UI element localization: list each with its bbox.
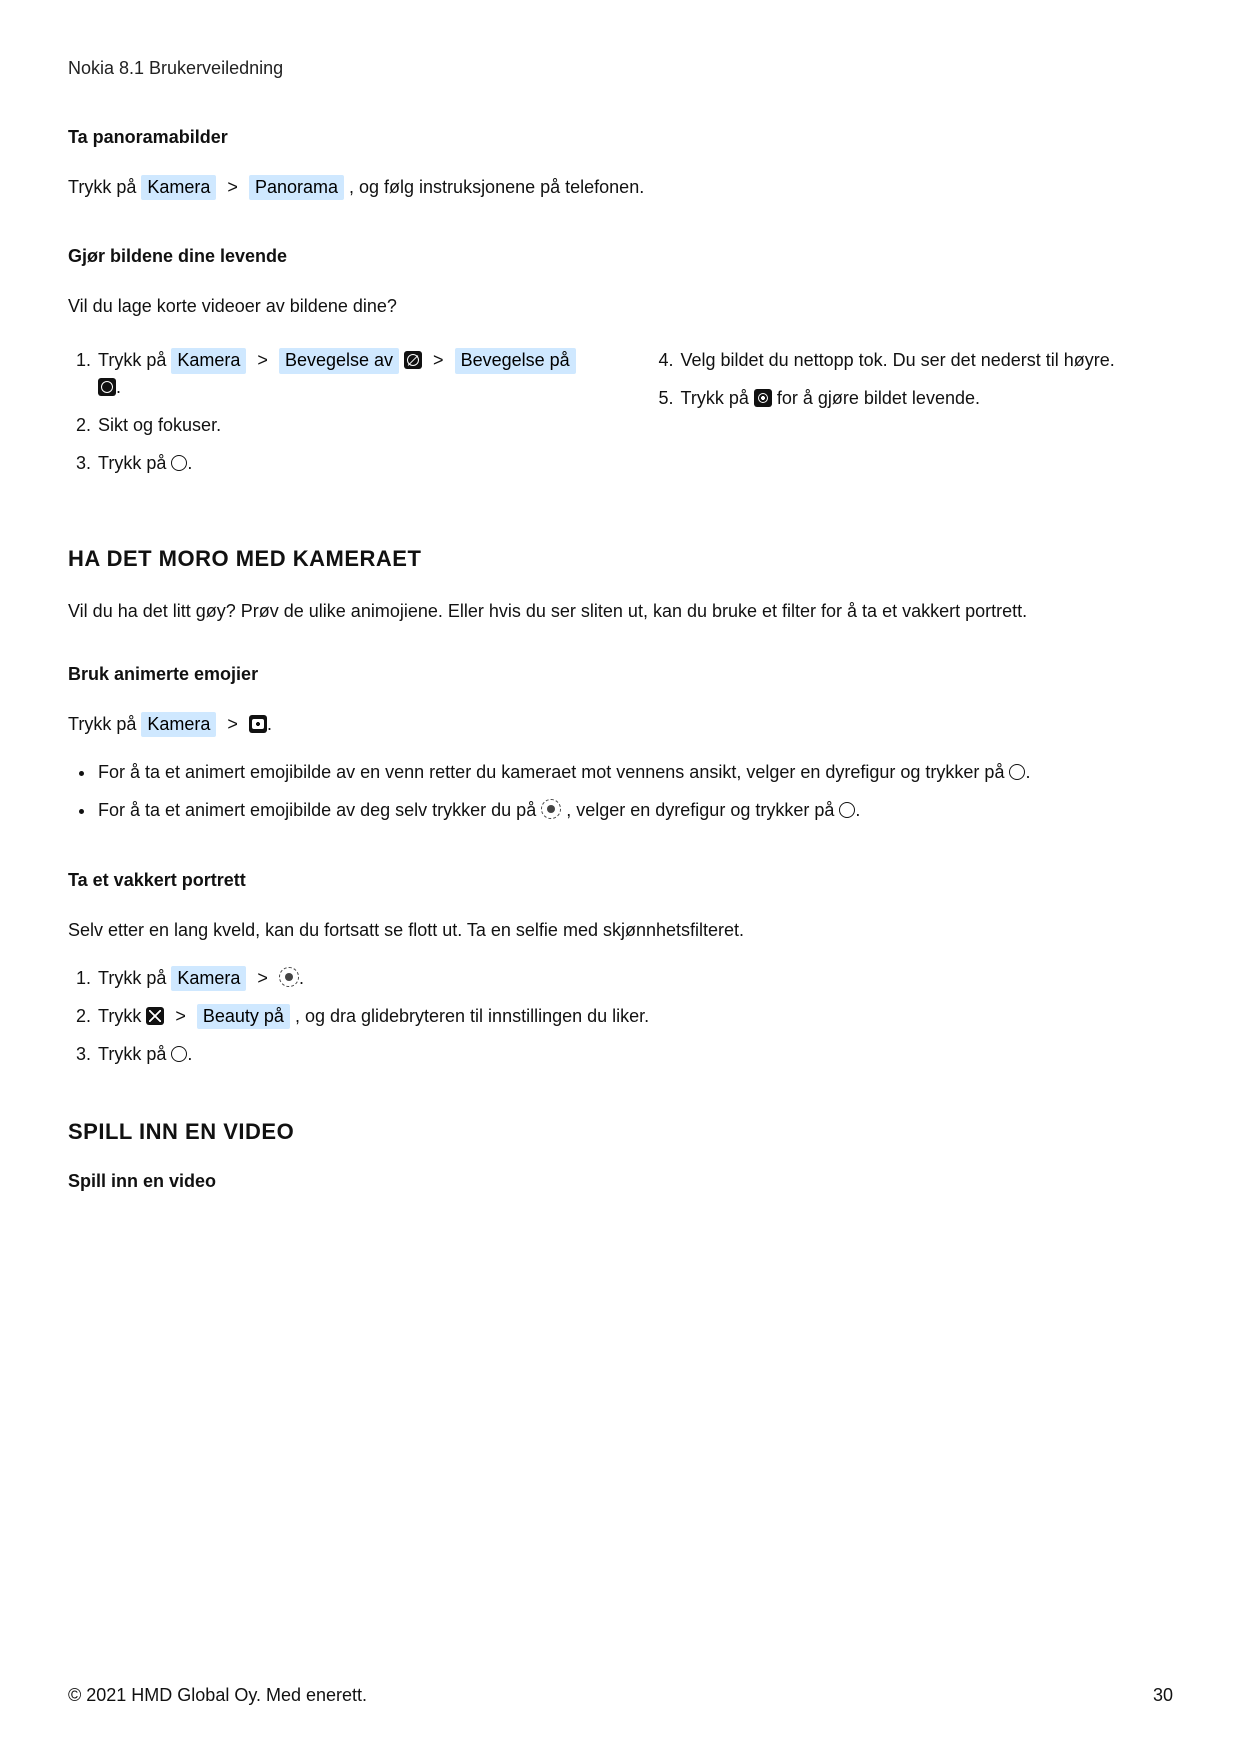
p-step-2: Trykk > Beauty på , og dra glidebryteren… bbox=[96, 1003, 1173, 1029]
portrait-steps: Trykk på Kamera > . Trykk > Beauty på , … bbox=[68, 965, 1173, 1068]
chip-kamera: Kamera bbox=[141, 712, 216, 737]
heading-emoji: Bruk animerte emojier bbox=[68, 664, 1173, 685]
panorama-text: Trykk på Kamera > Panorama , og følg ins… bbox=[68, 174, 1173, 200]
doc-title: Nokia 8.1 Brukerveiledning bbox=[68, 58, 1173, 79]
step-2: Sikt og fokuser. bbox=[96, 412, 591, 438]
section-live: Gjør bildene dine levende Vil du lage ko… bbox=[68, 246, 1173, 494]
motion-on-icon bbox=[98, 378, 116, 396]
shutter-icon bbox=[839, 802, 855, 818]
p-step-3: Trykk på . bbox=[96, 1041, 1173, 1067]
section-panorama: Ta panoramabilder Trykk på Kamera > Pano… bbox=[68, 127, 1173, 200]
emoji-bullets: For å ta et animert emojibilde av en ven… bbox=[68, 759, 1173, 823]
heading-fun: HA DET MORO MED KAMERAET bbox=[68, 546, 1173, 572]
chip-bevegelse-av: Bevegelse av bbox=[279, 348, 399, 373]
chip-kamera: Kamera bbox=[171, 966, 246, 991]
p-step-1: Trykk på Kamera > . bbox=[96, 965, 1173, 991]
motion-off-icon bbox=[404, 351, 422, 369]
chip-panorama: Panorama bbox=[249, 175, 344, 200]
chip-kamera: Kamera bbox=[171, 348, 246, 373]
step-1: Trykk på Kamera > Bevegelse av > Bevegel… bbox=[96, 347, 591, 399]
heading-video: SPILL INN EN VIDEO bbox=[68, 1119, 1173, 1145]
heading-portrait: Ta et vakkert portrett bbox=[68, 870, 1173, 891]
heading-panorama: Ta panoramabilder bbox=[68, 127, 1173, 148]
steps-right: Velg bildet du nettopp tok. Du ser det n… bbox=[651, 347, 1174, 411]
section-portrait: Ta et vakkert portrett Selv etter en lan… bbox=[68, 870, 1173, 1068]
chip-beauty-paa: Beauty på bbox=[197, 1004, 290, 1029]
shutter-icon bbox=[1009, 764, 1025, 780]
copyright: © 2021 HMD Global Oy. Med enerett. bbox=[68, 1685, 367, 1706]
switch-camera-icon bbox=[541, 799, 561, 819]
page-number: 30 bbox=[1153, 1685, 1173, 1706]
chip-bevegelse-paa: Bevegelse på bbox=[455, 348, 576, 373]
emoji-mode-icon bbox=[249, 715, 267, 733]
page: Nokia 8.1 Brukerveiledning Ta panoramabi… bbox=[0, 0, 1241, 1754]
shutter-icon bbox=[171, 455, 187, 471]
bullet-1: For å ta et animert emojibilde av en ven… bbox=[96, 759, 1173, 785]
beauty-off-icon bbox=[146, 1007, 164, 1025]
steps-left: Trykk på Kamera > Bevegelse av > Bevegel… bbox=[68, 347, 591, 476]
two-column-steps: Trykk på Kamera > Bevegelse av > Bevegel… bbox=[68, 341, 1173, 494]
footer: © 2021 HMD Global Oy. Med enerett. 30 bbox=[68, 1685, 1173, 1706]
step-5: Trykk på for å gjøre bildet levende. bbox=[679, 385, 1174, 411]
fun-intro: Vil du ha det litt gøy? Prøv de ulike an… bbox=[68, 598, 1173, 624]
step-3: Trykk på . bbox=[96, 450, 591, 476]
heading-live: Gjør bildene dine levende bbox=[68, 246, 1173, 267]
shutter-icon bbox=[171, 1046, 187, 1062]
step-4: Velg bildet du nettopp tok. Du ser det n… bbox=[679, 347, 1174, 373]
section-emoji: Bruk animerte emojier Trykk på Kamera > … bbox=[68, 664, 1173, 823]
live-play-icon bbox=[754, 389, 772, 407]
emoji-intro: Trykk på Kamera > . bbox=[68, 711, 1173, 737]
bullet-2: For å ta et animert emojibilde av deg se… bbox=[96, 797, 1173, 823]
chip-kamera: Kamera bbox=[141, 175, 216, 200]
portrait-intro: Selv etter en lang kveld, kan du fortsat… bbox=[68, 917, 1173, 943]
live-intro: Vil du lage korte videoer av bildene din… bbox=[68, 293, 1173, 319]
switch-camera-icon bbox=[279, 967, 299, 987]
subheading-video: Spill inn en video bbox=[68, 1171, 1173, 1192]
